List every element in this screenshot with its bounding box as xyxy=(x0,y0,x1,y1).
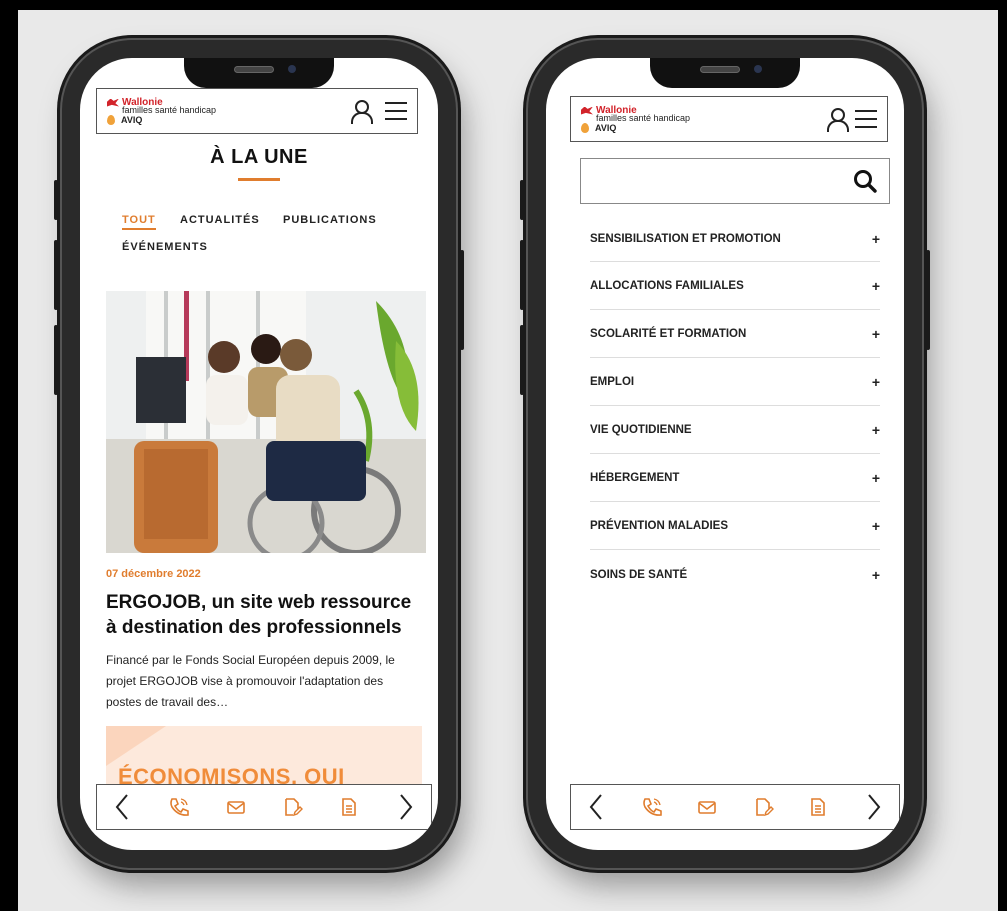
menu-item-label: ALLOCATIONS FAMILIALES xyxy=(590,280,744,292)
document-edit-icon[interactable] xyxy=(752,796,774,818)
tab-actualites[interactable]: ACTUALITÉS xyxy=(180,214,260,226)
chevron-left-icon[interactable] xyxy=(111,794,133,820)
menu-item-label: SENSIBILISATION ET PROMOTION xyxy=(590,232,781,245)
expand-plus-icon[interactable]: + xyxy=(872,518,880,534)
tab-evenements[interactable]: ÉVÉNEMENTS xyxy=(122,241,208,253)
headline-line: ERGOJOB, un site web ressource xyxy=(106,592,412,613)
expand-plus-icon[interactable]: + xyxy=(872,567,880,583)
wallonie-rooster-icon xyxy=(107,98,119,108)
excerpt-line: postes de travail des… xyxy=(106,695,229,709)
expand-plus-icon[interactable]: + xyxy=(872,470,880,486)
menu-item-label: PRÉVENTION MALADIES xyxy=(590,520,729,532)
screen-left: Wallonie familles santé handicap AVIQ À … xyxy=(80,58,438,850)
expand-plus-icon[interactable]: + xyxy=(872,422,880,438)
aviq-logo[interactable]: Wallonie familles santé handicap AVIQ xyxy=(107,97,217,125)
search-field[interactable] xyxy=(581,159,841,203)
user-account-icon[interactable] xyxy=(827,108,849,132)
logo-aviq: AVIQ xyxy=(121,114,143,125)
document-edit-icon[interactable] xyxy=(281,796,304,818)
expand-plus-icon[interactable]: + xyxy=(872,326,880,342)
logo-tagline: familles santé handicap xyxy=(596,112,691,123)
notch xyxy=(184,58,334,88)
phone-icon[interactable] xyxy=(641,796,663,818)
article-headline[interactable]: ERGOJOB, un site web ressource à destina… xyxy=(106,590,432,640)
phone-icon[interactable] xyxy=(168,796,190,818)
menu-item-label: SCOLARITÉ ET FORMATION xyxy=(590,328,747,340)
site-header: Wallonie familles santé handicap AVIQ xyxy=(96,88,418,134)
menu-item-vie-quotidienne[interactable]: VIE QUOTIDIENNE + xyxy=(590,407,880,454)
aviq-drop-icon xyxy=(107,114,115,125)
tab-publications[interactable]: PUBLICATIONS xyxy=(283,214,377,226)
menu-item-label: SOINS DE SANTÉ xyxy=(590,568,688,581)
menu-item-emploi[interactable]: EMPLOI + xyxy=(590,359,880,406)
user-account-icon[interactable] xyxy=(351,100,373,124)
chevron-left-icon[interactable] xyxy=(585,794,607,820)
chevron-right-icon[interactable] xyxy=(863,794,885,820)
expand-plus-icon[interactable]: + xyxy=(872,374,880,390)
mail-icon[interactable] xyxy=(696,796,718,818)
notch xyxy=(650,58,800,88)
headline-line: à destination des professionnels xyxy=(106,617,402,638)
section-title: À LA UNE xyxy=(210,146,308,168)
menu-item-label: HÉBERGEMENT xyxy=(590,472,680,484)
phone-right: Wallonie familles santé handicap AVIQ SE… xyxy=(520,40,930,868)
menu-item-label: EMPLOI xyxy=(590,376,635,388)
expand-plus-icon[interactable]: + xyxy=(872,231,880,247)
bottom-toolbar xyxy=(96,784,432,830)
title-underline xyxy=(238,178,280,181)
menu-item-allocations[interactable]: ALLOCATIONS FAMILIALES + xyxy=(590,263,880,310)
phone-left: Wallonie familles santé handicap AVIQ À … xyxy=(54,40,464,868)
aviq-logo[interactable]: Wallonie familles santé handicap AVIQ xyxy=(581,105,691,133)
search-icon[interactable] xyxy=(853,169,877,193)
mockup-stage: Wallonie familles santé handicap AVIQ À … xyxy=(18,10,998,911)
bottom-toolbar xyxy=(570,784,900,830)
chevron-right-icon[interactable] xyxy=(395,794,417,820)
logo-aviq: AVIQ xyxy=(595,122,617,133)
menu-item-prevention[interactable]: PRÉVENTION MALADIES + xyxy=(590,503,880,550)
logo-tagline: familles santé handicap xyxy=(122,104,217,115)
hamburger-menu-icon[interactable] xyxy=(385,102,407,120)
menu-item-hebergement[interactable]: HÉBERGEMENT + xyxy=(590,455,880,502)
tab-tout[interactable]: TOUT xyxy=(122,214,156,230)
menu-item-soins[interactable]: SOINS DE SANTÉ + xyxy=(590,551,880,598)
article-date: 07 décembre 2022 xyxy=(106,568,201,580)
screen-right: Wallonie familles santé handicap AVIQ SE… xyxy=(546,58,904,850)
excerpt-line: Financé par le Fonds Social Européen dep… xyxy=(106,653,395,667)
site-header: Wallonie familles santé handicap AVIQ xyxy=(570,96,888,142)
document-icon[interactable] xyxy=(807,796,829,818)
document-icon[interactable] xyxy=(338,796,360,818)
excerpt-line: projet ERGOJOB vise à promouvoir l'adapt… xyxy=(106,674,384,688)
hamburger-menu-icon[interactable] xyxy=(855,110,877,128)
expand-plus-icon[interactable]: + xyxy=(872,278,880,294)
mail-icon[interactable] xyxy=(225,796,247,818)
article-excerpt: Financé par le Fonds Social Européen dep… xyxy=(106,650,432,713)
search-input[interactable] xyxy=(580,158,890,204)
aviq-drop-icon xyxy=(581,122,589,133)
article-photo[interactable] xyxy=(106,291,426,553)
menu-item-label: VIE QUOTIDIENNE xyxy=(590,424,692,436)
menu-item-sensibilisation[interactable]: SENSIBILISATION ET PROMOTION + xyxy=(590,216,880,262)
wallonie-rooster-icon xyxy=(581,106,593,116)
menu-item-scolarite[interactable]: SCOLARITÉ ET FORMATION + xyxy=(590,311,880,358)
